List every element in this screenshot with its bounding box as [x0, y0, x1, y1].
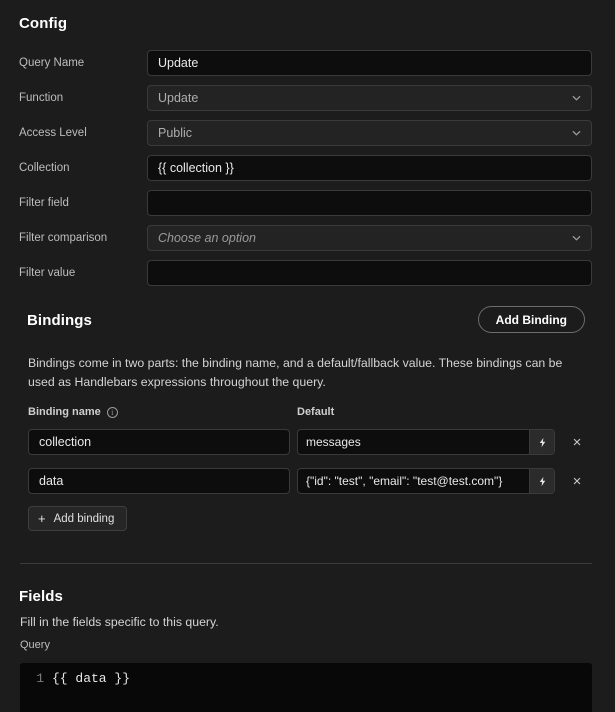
- remove-binding-icon[interactable]: ×: [566, 429, 588, 455]
- add-binding-button-label: Add binding: [53, 512, 115, 525]
- binding-default-input[interactable]: [298, 430, 529, 454]
- bindings-section-title: Bindings: [27, 312, 92, 329]
- lightning-bolt-icon[interactable]: [529, 469, 554, 493]
- query-field-label: Query: [20, 639, 50, 651]
- label-query-name: Query Name: [19, 57, 85, 69]
- function-select-value: Update: [158, 91, 199, 105]
- fields-section-title: Fields: [19, 588, 63, 605]
- config-row-access-level: Access Level Public: [0, 120, 615, 146]
- chevron-down-icon[interactable]: [571, 233, 582, 244]
- plus-icon: +: [38, 511, 46, 526]
- access-level-select-value: Public: [158, 126, 193, 140]
- code-line: 1 {{ data }}: [20, 669, 592, 688]
- config-row-filter-field: Filter field: [0, 190, 615, 216]
- label-filter-comparison: Filter comparison: [19, 232, 108, 244]
- binding-name-column-header: Binding name i: [28, 406, 118, 418]
- access-level-select[interactable]: Public: [147, 120, 592, 146]
- add-binding-button[interactable]: + Add binding: [28, 506, 128, 531]
- section-divider: [20, 563, 592, 564]
- config-row-collection: Collection: [0, 155, 615, 181]
- query-code-editor[interactable]: 1 {{ data }}: [20, 663, 592, 712]
- lightning-bolt-icon[interactable]: [529, 430, 554, 454]
- control-query-name: [147, 50, 592, 76]
- binding-default-group: [297, 468, 555, 494]
- binding-default-group: [297, 429, 555, 455]
- config-section-title: Config: [19, 15, 68, 32]
- collection-input[interactable]: [147, 155, 592, 181]
- control-filter-comparison: Choose an option: [147, 225, 592, 251]
- filter-comparison-select-value: Choose an option: [158, 231, 256, 245]
- label-access-level: Access Level: [19, 127, 87, 139]
- label-filter-field: Filter field: [19, 197, 69, 209]
- label-function: Function: [19, 92, 64, 104]
- config-row-query-name: Query Name: [0, 50, 615, 76]
- control-function: Update: [147, 85, 592, 111]
- add-binding-pill-button[interactable]: Add Binding: [477, 306, 585, 333]
- binding-default-column-header: Default: [297, 406, 335, 418]
- query-name-input[interactable]: [147, 50, 592, 76]
- binding-name-column-label: Binding name: [28, 406, 101, 418]
- remove-binding-icon[interactable]: ×: [566, 468, 588, 494]
- control-collection: [147, 155, 592, 181]
- control-access-level: Public: [147, 120, 592, 146]
- binding-name-input[interactable]: [28, 468, 290, 494]
- filter-field-input[interactable]: [147, 190, 592, 216]
- config-row-filter-comparison: Filter comparison Choose an option: [0, 225, 615, 251]
- code-content: {{ data }}: [52, 671, 131, 686]
- info-icon[interactable]: i: [106, 406, 118, 418]
- bindings-description: Bindings come in two parts: the binding …: [28, 356, 563, 389]
- filter-value-input[interactable]: [147, 260, 592, 286]
- config-row-function: Function Update: [0, 85, 615, 111]
- query-config-panel: Config Query Name Function Update Access Le…: [0, 0, 615, 712]
- control-filter-field: [147, 190, 592, 216]
- label-collection: Collection: [19, 162, 70, 174]
- chevron-down-icon[interactable]: [571, 128, 582, 139]
- binding-row: ×: [0, 429, 615, 455]
- chevron-down-icon[interactable]: [571, 93, 582, 104]
- control-filter-value: [147, 260, 592, 286]
- binding-default-input[interactable]: [298, 469, 529, 493]
- config-row-filter-value: Filter value: [0, 260, 615, 286]
- filter-comparison-select[interactable]: Choose an option: [147, 225, 592, 251]
- fields-description: Fill in the fields specific to this quer…: [20, 615, 219, 629]
- binding-row: ×: [0, 468, 615, 494]
- binding-name-input[interactable]: [28, 429, 290, 455]
- line-number: 1: [36, 671, 44, 686]
- function-select[interactable]: Update: [147, 85, 592, 111]
- label-filter-value: Filter value: [19, 267, 76, 279]
